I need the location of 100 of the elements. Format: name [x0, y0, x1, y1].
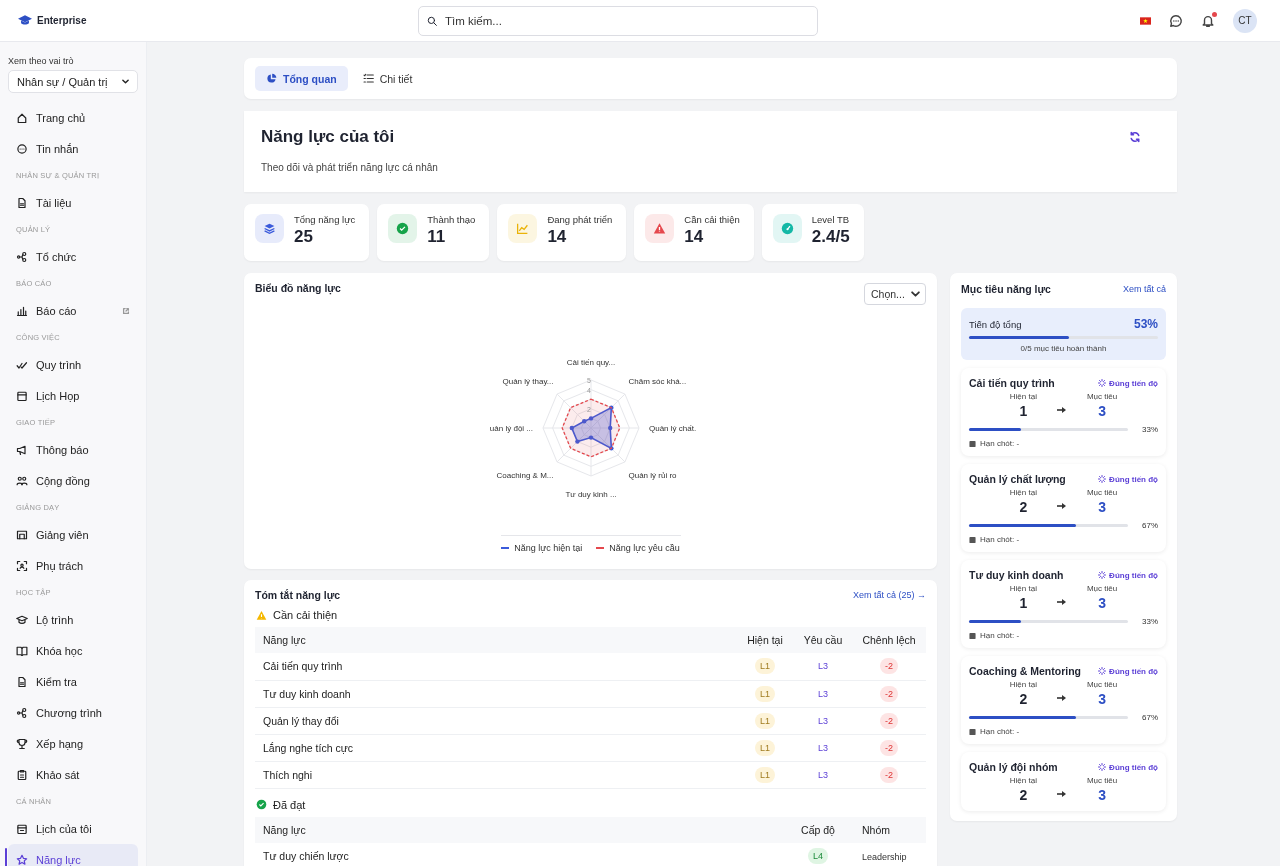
card-title: Mục tiêu năng lực [961, 283, 1051, 295]
stat-label: Đang phát triển [547, 214, 613, 225]
tab[interactable]: Tổng quan [255, 66, 348, 91]
sidebar-item[interactable]: Báo cáo [8, 295, 138, 326]
level-badge: L1 [755, 685, 775, 702]
target-label: Mục tiêu [1086, 776, 1118, 785]
home-icon [16, 111, 28, 124]
flag-icon[interactable] [1140, 16, 1151, 25]
book-icon [16, 644, 28, 657]
network-icon [16, 250, 28, 263]
sidebar-item[interactable]: Chương trình [8, 697, 138, 728]
target-level: 3 [1098, 499, 1106, 515]
section-heading: Cần cải thiện [273, 609, 338, 621]
sidebar-item[interactable]: Giảng viên [8, 519, 138, 550]
section-heading: Đã đạt [273, 798, 306, 811]
table-cell: Quản lý thay đổi [255, 707, 736, 734]
axis-label: Tư duy kinh ... [564, 490, 617, 499]
chat-icon[interactable] [1169, 13, 1183, 28]
current-label: Hiện tại [1009, 584, 1037, 593]
search-icon [427, 15, 437, 26]
current-level: 1 [1019, 595, 1028, 611]
sidebar-item[interactable]: Lộ trình [8, 604, 138, 635]
bell-icon[interactable] [1201, 13, 1215, 28]
user-avatar[interactable]: CT [1233, 8, 1257, 33]
progress-percent: 33% [1141, 425, 1158, 434]
sidebar-item[interactable]: Phụ trách [8, 550, 138, 581]
check-circle-icon [256, 799, 267, 810]
tab[interactable]: Chi tiết [351, 66, 424, 91]
spinner-icon [1098, 379, 1107, 387]
calendar-icon [969, 536, 976, 543]
target-label: Mục tiêu [1086, 584, 1118, 593]
deadline: Hạn chót: - [980, 535, 1020, 544]
calendar-icon [969, 632, 976, 639]
sidebar-item[interactable]: Trang chủ [8, 102, 138, 133]
column-header: Nhóm [854, 816, 926, 843]
calendar-icon [969, 440, 976, 447]
role-select[interactable]: Nhân sự / Quản trị [8, 70, 138, 93]
sidebar-item[interactable]: Lịch Họp [8, 380, 138, 411]
graduation-cap-icon [16, 613, 28, 626]
view-all-link[interactable]: Xem tất cả [1122, 283, 1166, 295]
table-cell: Thích nghi [255, 761, 736, 788]
level-badge: L1 [755, 766, 775, 783]
document-icon [16, 196, 28, 209]
target-level: 3 [1098, 595, 1106, 611]
sidebar-item[interactable]: Tin nhắn [8, 133, 138, 164]
search-field[interactable]: Tìm kiếm... [418, 5, 818, 36]
legend-label: Năng lực hiện tại [514, 543, 583, 553]
column-header: Năng lực [255, 816, 782, 843]
sidebar-item[interactable]: Tài liệu [8, 187, 138, 218]
level-badge: L4 [808, 847, 828, 864]
sidebar-item[interactable]: Lịch của tôi [8, 813, 138, 844]
gap-badge: -2 [880, 712, 898, 729]
sidebar-item[interactable]: Quy trình [8, 349, 138, 380]
current-level: 2 [1019, 787, 1028, 803]
arrow-right-icon [1056, 406, 1067, 414]
target-label: Mục tiêu [1086, 488, 1118, 497]
target-label: Mục tiêu [1086, 680, 1118, 689]
axis-label: Cải tiến quy... [566, 358, 615, 367]
table-cell: Lắng nghe tích cực [255, 734, 736, 761]
graduation-cap-icon [18, 15, 32, 26]
network-icon [16, 706, 28, 719]
level-badge: L1 [755, 739, 775, 756]
chat-icon [16, 142, 28, 155]
sidebar-item[interactable]: Tổ chức [8, 241, 138, 272]
progress-percent: 67% [1141, 521, 1158, 530]
column-header: Yêu cầu [794, 627, 852, 653]
goal-status: Đúng tiến độ [1109, 474, 1158, 484]
table-cell: Cải tiến quy trình [255, 653, 736, 680]
level-label: L3 [817, 687, 829, 701]
sidebar-item[interactable]: Cộng đồng [8, 465, 138, 496]
chevron-down-icon [911, 291, 920, 297]
stat-label: Cần cải thiện [684, 214, 740, 225]
chart-select[interactable]: Chọn... [864, 283, 926, 305]
sidebar-item[interactable]: Kiểm tra [8, 666, 138, 697]
spinner-icon [1098, 763, 1107, 771]
sidebar-item[interactable]: Khóa học [8, 635, 138, 666]
spinner-icon [1098, 475, 1107, 483]
column-header: Chênh lệch [852, 627, 926, 653]
sidebar-item[interactable]: Thông báo [8, 434, 138, 465]
view-all-link[interactable]: Xem tất cả (25) → [852, 590, 926, 600]
level-label: L3 [817, 714, 829, 728]
table-cell: Leadership [862, 851, 907, 862]
progress-label: Tiến độ tổng [969, 318, 1022, 330]
goal-name: Quản lý đội nhóm [969, 761, 1058, 773]
target-level: 3 [1098, 403, 1106, 419]
goal-status: Đúng tiến độ [1109, 378, 1158, 388]
card-title: Biểu đồ năng lực [255, 282, 341, 294]
goal-status: Đúng tiến độ [1109, 762, 1158, 772]
stat-value: 11 [427, 227, 447, 247]
page-subtitle: Theo dõi và phát triển năng lực cá nhân [261, 162, 438, 173]
chevron-down-icon [122, 79, 129, 84]
axis-label: Coaching & M... [496, 470, 553, 480]
sidebar-item[interactable]: Xếp hạng [8, 728, 138, 759]
arrow-right-icon [1056, 790, 1067, 798]
current-label: Hiện tại [1009, 776, 1037, 785]
sidebar-item[interactable]: Khảo sát [8, 759, 138, 790]
current-level: 1 [1019, 403, 1028, 419]
refresh-icon[interactable] [1129, 131, 1141, 143]
list-icon [362, 73, 374, 84]
deadline: Hạn chót: - [980, 439, 1020, 448]
